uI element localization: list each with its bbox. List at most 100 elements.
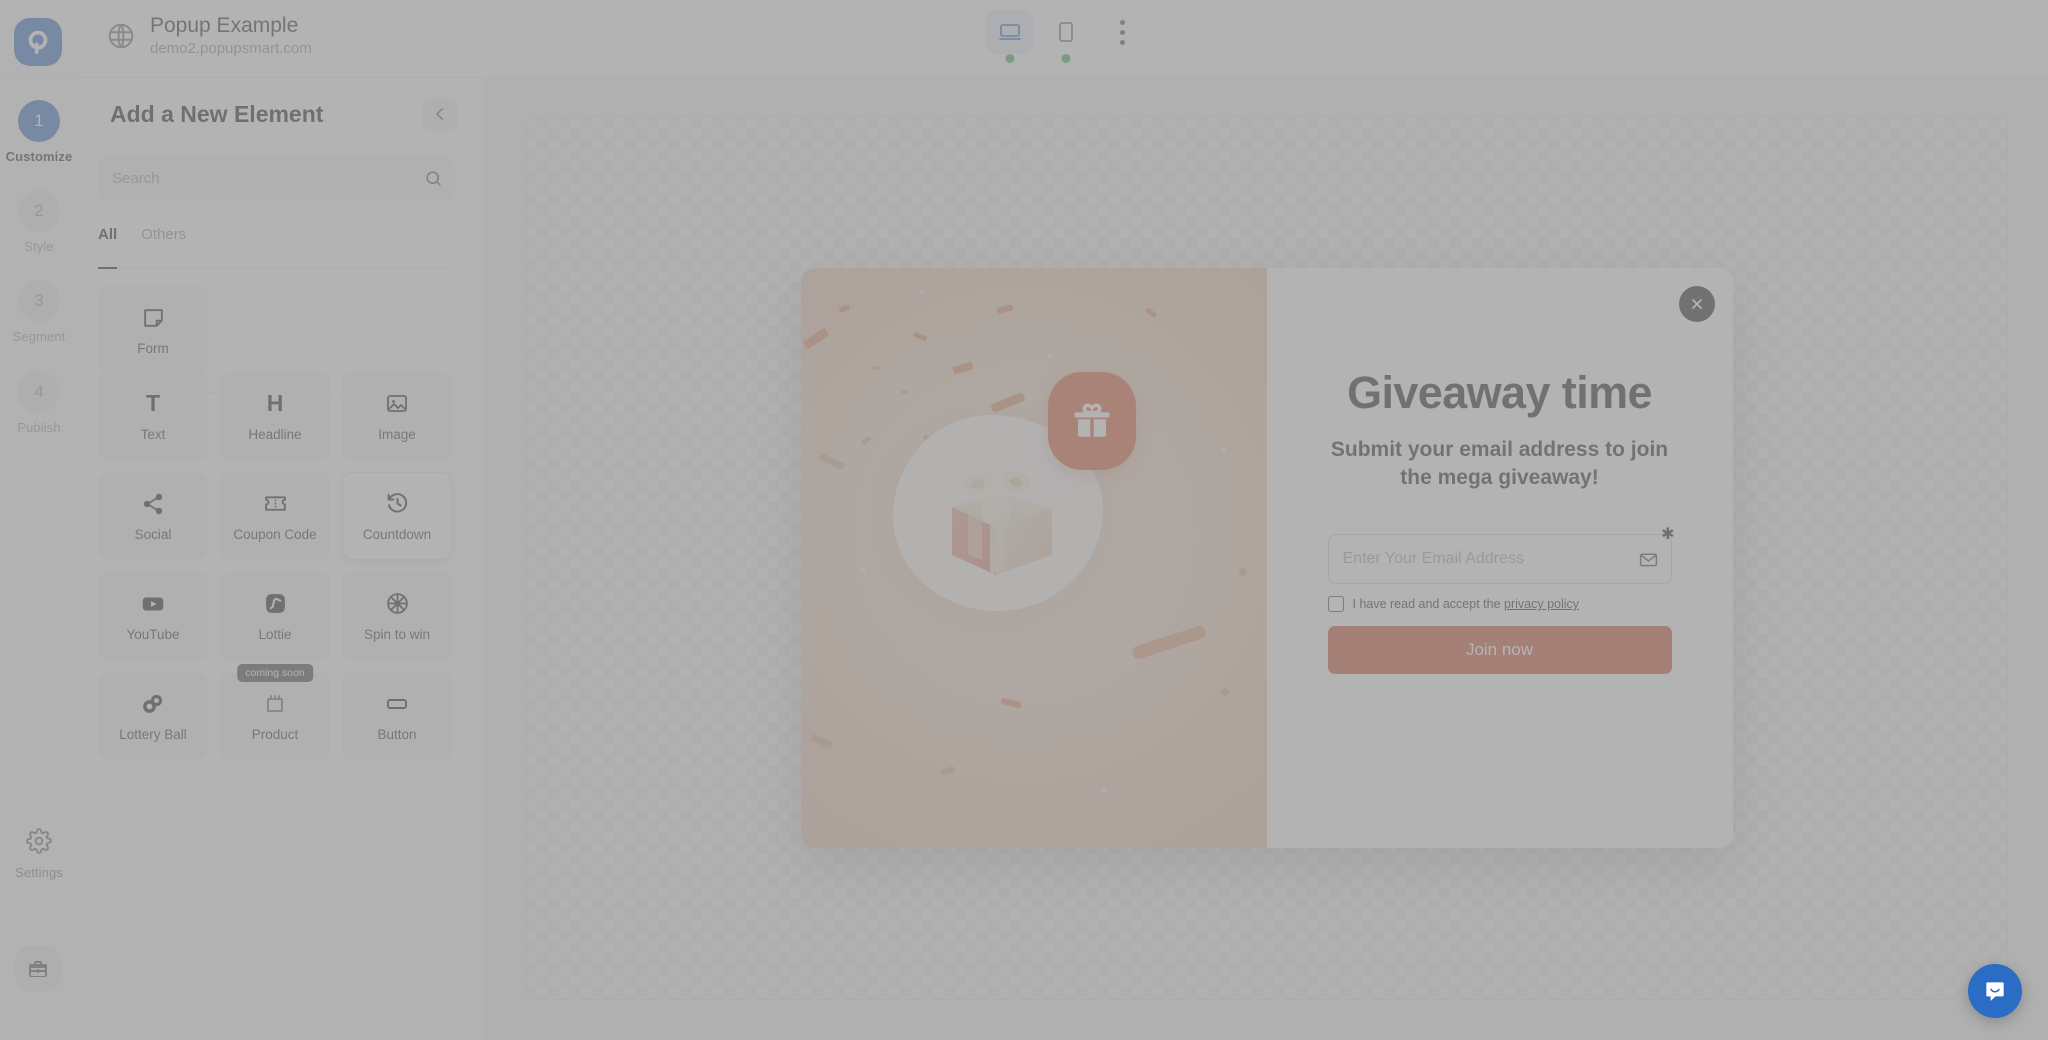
element-tile-label: Social [134, 526, 172, 542]
element-tile-text[interactable]: T Text [98, 372, 208, 460]
element-tile-countdown[interactable]: Countdown [342, 472, 452, 560]
close-icon[interactable] [1678, 286, 1715, 322]
tab-all[interactable]: All [98, 226, 118, 269]
page-title: Popup Example [150, 14, 299, 37]
panel-header: Add a New Element [78, 78, 484, 148]
privacy-policy-link[interactable]: privacy policy [1504, 597, 1579, 611]
sidebar-step-style[interactable]: 2 Style [0, 190, 78, 254]
element-tile-label: Countdown [362, 526, 432, 542]
element-tile-label: Coupon Code [233, 526, 317, 542]
element-tile-label: Lottie [258, 626, 292, 642]
step-number: 4 [18, 371, 60, 413]
settings-label: Settings [15, 865, 63, 880]
lottie-icon [263, 591, 288, 617]
element-tile-coupon-code[interactable]: Coupon Code [220, 472, 330, 560]
popup-content-panel: Giveaway time Submit your email address … [1266, 268, 1733, 848]
chat-bubble-icon[interactable] [1968, 964, 2022, 1018]
join-now-button[interactable]: Join now [1327, 626, 1672, 675]
element-tile-label: YouTube [126, 626, 180, 642]
arrow-left-icon[interactable] [422, 97, 458, 131]
search-field[interactable] [98, 156, 455, 201]
youtube-icon [140, 591, 166, 617]
site-url: demo2.popupsmart.com [150, 40, 312, 58]
element-tile-headline[interactable]: H Headline [220, 372, 330, 460]
device-mobile-button[interactable] [1042, 10, 1090, 63]
kebab-menu-icon[interactable] [1104, 10, 1140, 54]
site-info: Popup Example demo2.popupsmart.com [106, 13, 312, 59]
spin-wheel-icon [385, 591, 410, 617]
element-tile-image[interactable]: Image [342, 372, 452, 460]
step-label: Publish [17, 420, 61, 435]
element-tile-label: Spin to win [363, 626, 431, 642]
element-tile-lottie[interactable]: Lottie [220, 572, 330, 660]
popupsmart-logo-icon[interactable] [14, 18, 62, 66]
sidebar-step-customize[interactable]: 1 Customize [0, 100, 78, 164]
popup-stage: Giveaway time Submit your email address … [525, 116, 2008, 1000]
email-input[interactable] [1328, 550, 1627, 569]
popup-subheadline: Submit your email address to join the me… [1330, 437, 1669, 489]
popup-headline: Giveaway time [1347, 367, 1652, 418]
ticket-icon [263, 491, 288, 517]
element-tile-label: Product [251, 726, 299, 742]
form-icon [141, 305, 166, 331]
device-status-dot [1005, 54, 1015, 63]
device-desktop-button[interactable] [986, 10, 1034, 63]
email-field[interactable]: ✱ [1327, 527, 1675, 585]
share-icon [141, 491, 165, 517]
search-input[interactable] [98, 170, 411, 187]
history-clock-icon [385, 491, 410, 517]
sidebar-step-segment[interactable]: 3 Segment [0, 280, 78, 344]
image-icon [385, 391, 409, 417]
add-element-panel: Add a New Element All Others [78, 78, 485, 1040]
editor-canvas: Giveaway time Submit your email address … [485, 78, 2048, 1040]
popup-form: ✱ I have read and accept the privacy pol… [1327, 527, 1675, 675]
envelope-icon [1627, 549, 1671, 570]
sidebar-step-publish[interactable]: 4 Publish [0, 371, 78, 435]
sidebar-item-settings[interactable]: Settings [0, 828, 78, 880]
element-tile-social[interactable]: Social [98, 472, 208, 560]
step-number: 1 [18, 100, 60, 142]
element-tile-product[interactable]: coming soon Product [220, 664, 330, 760]
button-icon [384, 691, 410, 717]
briefcase-icon[interactable] [15, 946, 61, 992]
element-tabs: All Others [98, 226, 455, 269]
headline-icon: H [266, 390, 284, 416]
left-rail: 1 Customize 2 Style 3 Segment 4 Publish … [0, 0, 78, 1040]
gift-box-3d-illustration [934, 451, 1068, 579]
element-tile-label: Headline [248, 426, 302, 442]
coming-soon-badge: coming soon [237, 664, 313, 682]
step-number: 2 [18, 190, 60, 232]
gear-icon [26, 828, 52, 859]
rail-divider [0, 78, 78, 79]
step-label: Style [24, 239, 54, 254]
consent-row: I have read and accept the privacy polic… [1327, 596, 1672, 613]
lottery-ball-icon [140, 691, 166, 717]
step-label: Segment [12, 329, 66, 344]
product-icon [263, 691, 287, 717]
element-tile-youtube[interactable]: YouTube [98, 572, 208, 660]
device-switcher [986, 10, 1140, 63]
tab-others[interactable]: Others [141, 226, 186, 268]
element-tile-label: Form [137, 340, 169, 356]
element-group-all: T Text H Headline Image Social Coupon Co… [98, 372, 455, 760]
app-root: 1 Customize 2 Style 3 Segment 4 Publish … [0, 0, 2048, 1040]
globe-icon [106, 21, 136, 51]
element-tile-spin-to-win[interactable]: Spin to win [342, 572, 452, 660]
element-tile-label: Image [378, 426, 416, 442]
device-status-dot [1061, 54, 1071, 63]
search-icon[interactable] [411, 169, 455, 188]
panel-title: Add a New Element [94, 94, 340, 135]
popup-image-panel [800, 268, 1267, 848]
required-marker: ✱ [1661, 526, 1675, 544]
element-tile-lottery-ball[interactable]: Lottery Ball [98, 672, 208, 760]
text-icon: T [145, 390, 161, 416]
element-tile-label: Button [377, 726, 417, 742]
gift-icon [1047, 372, 1136, 470]
element-tile-form[interactable]: Form [98, 286, 208, 374]
element-tile-button[interactable]: Button [342, 672, 452, 760]
consent-checkbox[interactable] [1327, 596, 1344, 613]
element-tile-label: Text [140, 426, 166, 442]
consent-label: I have read and accept the privacy polic… [1353, 597, 1580, 611]
step-number: 3 [18, 280, 60, 322]
popup-preview: Giveaway time Submit your email address … [800, 268, 1733, 848]
